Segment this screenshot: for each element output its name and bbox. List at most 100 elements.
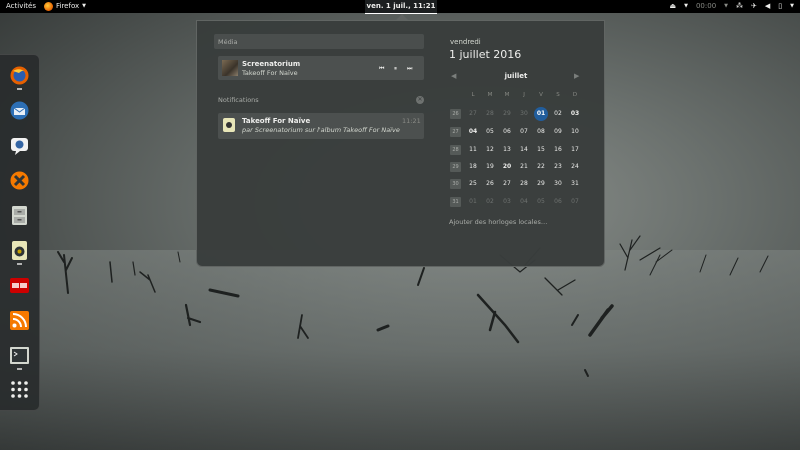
empathy-icon[interactable] (9, 135, 30, 156)
calendar-day[interactable]: 11 (465, 144, 481, 156)
day-of-week-header: V (539, 92, 543, 98)
eject-icon[interactable]: ⏏ (669, 0, 676, 13)
calendar-day[interactable]: 03 (499, 196, 515, 208)
running-indicator (17, 368, 22, 370)
calendar-day[interactable]: 19 (482, 161, 498, 173)
calendar-day[interactable]: 13 (499, 144, 515, 156)
weekday-label: vendredi (450, 38, 481, 46)
clock-button[interactable]: ven. 1 juil., 11:21 (365, 0, 437, 14)
notification-body: par Screenatorium sur l'album Takeoff Fo… (242, 126, 400, 134)
airplane-mode-icon[interactable]: ✈ (751, 0, 757, 13)
calendar-day[interactable]: 07 (567, 196, 583, 208)
album-cover (222, 60, 238, 76)
previous-track-icon[interactable]: ⏮ (379, 65, 384, 73)
track-subtitle: Takeoff For Naïve (242, 69, 298, 77)
calendar-day[interactable]: 28 (482, 108, 498, 120)
xchat-icon[interactable] (9, 170, 30, 191)
chevron-down-icon[interactable]: ▼ (724, 0, 728, 13)
calendar-day[interactable]: 10 (567, 126, 583, 138)
calendar-day[interactable]: 04 (516, 196, 532, 208)
activities-label: Activités (6, 2, 36, 10)
rhythmbox-icon[interactable] (9, 240, 30, 261)
chevron-down-icon[interactable]: ▼ (790, 0, 794, 13)
show-applications-icon[interactable] (9, 379, 30, 400)
calendar-day[interactable]: 09 (550, 126, 566, 138)
full-date-label: 1 juillet 2016 (449, 48, 522, 61)
calendar-day[interactable]: 04 (465, 126, 481, 138)
status-time[interactable]: 00:00 (696, 0, 716, 13)
calendar-day[interactable]: 25 (465, 178, 481, 190)
media-section-header (214, 34, 424, 49)
network-icon[interactable]: ⁂ (736, 0, 743, 13)
dash (0, 54, 40, 411)
chevron-down-icon[interactable]: ▼ (684, 0, 688, 13)
day-of-week-header: S (556, 92, 560, 98)
terminal-icon[interactable] (9, 345, 30, 366)
calendar-day[interactable]: 18 (465, 161, 481, 173)
calendar-day[interactable]: 30 (550, 178, 566, 190)
pause-icon[interactable]: ⏸ (394, 65, 397, 73)
calendar-day[interactable]: 16 (550, 144, 566, 156)
day-of-week-header: M (487, 92, 493, 98)
running-indicator (17, 88, 22, 90)
day-of-week-header: L (471, 92, 475, 98)
week-number: 27 (450, 127, 461, 137)
calendar-day[interactable]: 17 (567, 144, 583, 156)
notification-item[interactable]: Takeoff For Naïve par Screenatorium sur … (218, 113, 424, 139)
calendar-day[interactable]: 27 (499, 178, 515, 190)
activities-button[interactable]: Activités (6, 0, 36, 13)
calendar-day[interactable]: 15 (533, 144, 549, 156)
track-title: Screenatorium (242, 60, 301, 68)
calendar-day[interactable]: 29 (533, 178, 549, 190)
notification-title: Takeoff For Naïve (242, 117, 311, 125)
calendar-day[interactable]: 27 (465, 108, 481, 120)
thunderbird-icon[interactable] (9, 100, 30, 121)
week-number: 28 (450, 145, 461, 155)
volume-icon[interactable]: ◀ (765, 0, 770, 13)
files-icon[interactable] (9, 205, 30, 226)
calendar-day[interactable]: 06 (550, 196, 566, 208)
calendar-day[interactable]: 01 (465, 196, 481, 208)
top-bar: Activités Firefox ▼ ven. 1 juil., 11:21 … (0, 0, 800, 14)
next-track-icon[interactable]: ⏭ (407, 65, 412, 73)
calendar-day[interactable]: 21 (516, 161, 532, 173)
running-indicator (17, 263, 22, 265)
calendar-day[interactable]: 02 (550, 108, 566, 120)
media-section-title: Média (218, 38, 238, 46)
calendar-day[interactable]: 03 (567, 108, 583, 120)
battery-icon[interactable]: ▯ (778, 0, 782, 13)
clear-notifications-icon[interactable]: ✕ (416, 96, 424, 104)
calendar-day[interactable]: 22 (533, 161, 549, 173)
notifications-section-title: Notifications (218, 96, 259, 104)
app-menu-button[interactable]: Firefox ▼ (44, 0, 86, 13)
calendar-day[interactable]: 14 (516, 144, 532, 156)
calendar-day[interactable]: 23 (550, 161, 566, 173)
next-month-icon[interactable]: ▶ (574, 72, 579, 80)
calendar-day[interactable]: 02 (482, 196, 498, 208)
calendar-day[interactable]: 26 (482, 178, 498, 190)
calendar-day-today[interactable]: 01 (534, 107, 548, 121)
calendar-day[interactable]: 07 (516, 126, 532, 138)
calendar-day[interactable]: 31 (567, 178, 583, 190)
system-status-area: ⏏ ▼ 00:00 ▼ ⁂ ✈ ◀ ▯ ▼ (669, 0, 794, 13)
calendar-day[interactable]: 30 (516, 108, 532, 120)
software-center-icon[interactable] (9, 275, 30, 296)
calendar-day[interactable]: 24 (567, 161, 583, 173)
calendar-day[interactable]: 05 (533, 196, 549, 208)
week-number: 31 (450, 197, 461, 207)
rss-reader-icon[interactable] (9, 310, 30, 331)
add-world-clocks-link[interactable]: Ajouter des horloges locales… (449, 218, 547, 226)
month-label: juillet (504, 72, 528, 80)
calendar-day[interactable]: 28 (516, 178, 532, 190)
calendar-day[interactable]: 05 (482, 126, 498, 138)
calendar-day[interactable]: 08 (533, 126, 549, 138)
calendar-day[interactable]: 29 (499, 108, 515, 120)
calendar-day[interactable]: 20 (499, 161, 515, 173)
media-player-card[interactable]: Screenatorium Takeoff For Naïve ⏮ ⏸ ⏭ (218, 56, 424, 80)
calendar-day[interactable]: 12 (482, 144, 498, 156)
firefox-icon[interactable] (9, 65, 30, 86)
firefox-icon (44, 2, 53, 11)
clock-label: ven. 1 juil., 11:21 (366, 2, 436, 10)
rhythmbox-icon (223, 118, 235, 132)
calendar-day[interactable]: 06 (499, 126, 515, 138)
